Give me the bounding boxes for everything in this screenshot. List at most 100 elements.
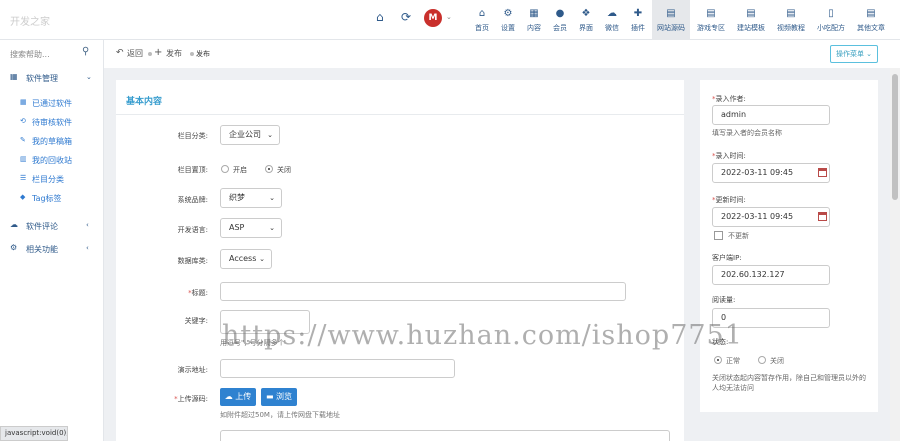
updated-time-input[interactable]: 2022-03-11 09:45	[712, 207, 830, 227]
nav-home[interactable]: ⌂ 首页	[470, 0, 494, 40]
chevron-down-icon: ⌄	[259, 255, 265, 263]
cloud-upload-icon: ☁	[224, 392, 233, 401]
user-avatar[interactable]: M	[424, 9, 442, 27]
chevron-down-icon[interactable]: ⌄	[446, 13, 452, 21]
title-label: *标题:	[188, 289, 208, 297]
search-input[interactable]	[10, 47, 80, 61]
browse-button[interactable]: ▬ 浏览	[261, 388, 297, 406]
back-arrow-icon[interactable]: ↶	[116, 48, 124, 58]
nav-plugins[interactable]: ✚ 插件	[626, 0, 650, 40]
table-icon: ▤	[786, 8, 796, 19]
category-label: 栏目分类:	[177, 132, 208, 140]
nav-snack-recipes[interactable]: ▯ 小吃配方	[812, 0, 850, 40]
chevron-down-icon: ⌄	[267, 131, 273, 139]
html5-icon: ❖	[581, 8, 591, 19]
comments-icon: ☁	[10, 220, 18, 229]
demo-url-label: 演示地址:	[177, 366, 208, 374]
demo-url-input[interactable]	[220, 359, 455, 378]
panel-title: 基本内容	[126, 97, 163, 107]
scrollbar[interactable]	[890, 68, 900, 441]
home-icon: ⌂	[478, 8, 486, 19]
chevron-down-icon: ⌄	[269, 194, 275, 202]
status-hint: 关闭状态起内容暂存作用，除自己和管理员以外的人均无法访问	[712, 374, 866, 392]
title-input[interactable]	[220, 282, 626, 301]
wechat-icon: ☁	[607, 8, 617, 19]
database-select[interactable]: Access ⌄	[220, 249, 272, 269]
tag-icon: ◆	[20, 193, 26, 201]
nav-templates[interactable]: ▤ 建站模板	[732, 0, 770, 40]
basic-content-panel: 基本内容 栏目分类: 企业公司 ⌄ 栏目置顶: 开启 关闭 系统品牌: 织梦 ⌄ 开…	[116, 80, 684, 441]
nav-video-tutorials[interactable]: ▤ 视频教程	[772, 0, 810, 40]
language-select[interactable]: ASP ⌄	[220, 218, 282, 238]
nav-games[interactable]: ▤ 游戏专区	[692, 0, 730, 40]
status-bar-url: javascript:void(0);	[0, 426, 68, 441]
pin-on-radio[interactable]	[221, 165, 229, 173]
table-icon: ▤	[866, 8, 876, 19]
back-link[interactable]: 返回	[127, 48, 143, 59]
language-label: 开发语言:	[177, 226, 208, 234]
breadcrumb: ↶ 返回 + 发布 发布 操作菜单 ⌄	[104, 40, 900, 68]
table-icon: ▤	[666, 8, 676, 19]
author-label: *录入作者:	[712, 95, 746, 103]
folder-icon: ▬	[265, 392, 274, 401]
database-label: 数据库类:	[177, 257, 208, 265]
nav-wechat[interactable]: ☁ 微信	[600, 0, 624, 40]
status-normal-radio[interactable]	[714, 356, 722, 364]
calendar-icon[interactable]	[818, 168, 827, 177]
table-icon: ▤	[746, 8, 756, 19]
plus-icon: +	[154, 47, 163, 58]
nav-content[interactable]: ▦ 内容	[522, 0, 546, 40]
status-closed-radio[interactable]	[758, 356, 766, 364]
category-select[interactable]: 企业公司 ⌄	[220, 125, 280, 145]
created-time-input[interactable]: 2022-03-11 09:45	[712, 163, 830, 183]
refresh-icon: ⟲	[20, 117, 26, 125]
search-icon[interactable]: ⚲	[82, 46, 89, 57]
author-input[interactable]: admin	[712, 105, 830, 125]
pin-off-label: 关闭	[277, 166, 291, 174]
author-hint: 填写录入者的会员名称	[712, 129, 782, 137]
table-icon: ▤	[706, 8, 716, 19]
breadcrumb-separator	[190, 52, 194, 56]
client-ip-input[interactable]: 202.60.132.127	[712, 265, 830, 285]
list-icon: ☰	[20, 174, 27, 182]
no-update-checkbox[interactable]	[714, 231, 723, 240]
sidebar-item-related[interactable]: ⚙ 相关功能 ‹	[0, 243, 104, 259]
pin-label: 栏目置顶:	[177, 166, 208, 174]
upload-button[interactable]: ☁ 上传	[220, 388, 256, 406]
nav-members[interactable]: ● 会员	[548, 0, 572, 40]
nav-other-articles[interactable]: ▤ 其他文章	[852, 0, 890, 40]
edit-icon: ✎	[20, 136, 26, 144]
file-icon: ▯	[828, 8, 834, 19]
table-icon: ▦	[10, 72, 18, 81]
sidebar-item-comments[interactable]: ☁ 软件评论 ‹	[0, 220, 104, 236]
brand-select[interactable]: 织梦 ⌄	[220, 188, 282, 208]
home-icon[interactable]: ⌂	[376, 10, 384, 24]
gear-icon: ⚙	[503, 8, 513, 19]
nav-site-source[interactable]: ▤ 网站源码	[652, 0, 690, 40]
client-ip-label: 客户端IP:	[712, 254, 742, 262]
source-url-input[interactable]	[220, 430, 670, 441]
keywords-label: 关键字:	[184, 317, 208, 325]
plugin-icon: ✚	[633, 8, 643, 19]
breadcrumb-publish[interactable]: 发布	[166, 48, 182, 59]
chevron-left-icon: ‹	[86, 221, 89, 229]
updated-time-label: *更新时间:	[712, 196, 746, 204]
brand-logo-text[interactable]: 开发之家	[10, 13, 50, 28]
brand-label: 系统品牌:	[177, 196, 208, 204]
calendar-icon[interactable]	[818, 212, 827, 221]
scroll-thumb[interactable]	[892, 74, 898, 200]
upload-label: *上传源码:	[174, 395, 208, 403]
upload-hint: 如附件超过50M，请上传网盘下载地址	[220, 411, 340, 419]
nav-settings[interactable]: ⚙ 设置	[496, 0, 520, 40]
sidebar-item-software[interactable]: ▦ 软件管理 ⌄	[0, 72, 104, 88]
sidebar: ⚲ ▦ 软件管理 ⌄ ▦已通过软件 ⟲待审核软件 ✎我的草稿箱 ▥我的回收站 ☰…	[0, 40, 104, 441]
refresh-icon[interactable]: ⟳	[401, 10, 411, 24]
chevron-down-icon: ⌄	[269, 224, 275, 232]
gear-icon: ⚙	[10, 243, 18, 252]
created-time-label: *录入时间:	[712, 152, 746, 160]
trash-icon: ▥	[20, 155, 27, 163]
status-normal-label: 正常	[726, 357, 740, 365]
pin-off-radio[interactable]	[265, 165, 273, 173]
nav-interface[interactable]: ❖ 界面	[574, 0, 598, 40]
operations-menu-button[interactable]: 操作菜单 ⌄	[830, 45, 878, 63]
